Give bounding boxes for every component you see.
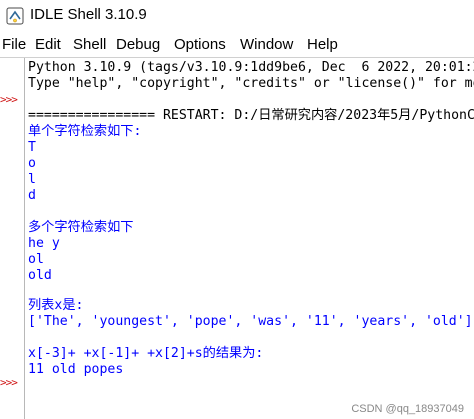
output-line: ol xyxy=(28,252,44,267)
shell-output[interactable]: Python 3.10.9 (tags/v3.10.9:1dd9be6, Dec… xyxy=(28,58,474,419)
title-bar: IDLE Shell 3.10.9 xyxy=(0,0,474,32)
gutter-divider xyxy=(24,58,25,419)
menu-bar: File Edit Shell Debug Options Window Hel… xyxy=(0,34,474,56)
output-line: T xyxy=(28,140,36,155)
shell-prompt: >>> xyxy=(0,93,18,106)
menu-shell[interactable]: Shell xyxy=(73,36,106,54)
output-line: 列表x是: xyxy=(28,298,84,313)
csdn-watermark: CSDN @qq_18937049 xyxy=(351,403,464,415)
shell-prompt: >>> xyxy=(0,376,18,389)
banner-line: Python 3.10.9 (tags/v3.10.9:1dd9be6, Dec… xyxy=(28,60,474,75)
menu-edit[interactable]: Edit xyxy=(35,36,61,54)
output-line: ['The', 'youngest', 'pope', 'was', '11',… xyxy=(28,314,473,329)
shell-text-panel[interactable]: >>> >>> Python 3.10.9 (tags/v3.10.9:1dd9… xyxy=(0,57,474,419)
menu-file[interactable]: File xyxy=(2,36,26,54)
menu-options[interactable]: Options xyxy=(174,36,226,54)
output-line: x[-3]+ +x[-1]+ +x[2]+s的结果为: xyxy=(28,346,264,361)
restart-line: ================ RESTART: D:/日常研究内容/2023… xyxy=(28,108,474,123)
window-title: IDLE Shell 3.10.9 xyxy=(30,6,147,23)
output-line: d xyxy=(28,188,36,203)
output-line: 11 old popes xyxy=(28,362,124,377)
output-line: 单个字符检索如下: xyxy=(28,124,142,139)
output-line: o xyxy=(28,156,36,171)
menu-debug[interactable]: Debug xyxy=(116,36,160,54)
prompt-gutter: >>> >>> xyxy=(0,58,24,419)
python-idle-icon xyxy=(6,7,24,25)
menu-help[interactable]: Help xyxy=(307,36,338,54)
output-line: 多个字符检索如下 xyxy=(28,220,134,235)
output-line: he y xyxy=(28,236,60,251)
banner-line: Type "help", "copyright", "credits" or "… xyxy=(28,76,474,91)
output-line: old xyxy=(28,268,52,283)
menu-window[interactable]: Window xyxy=(240,36,293,54)
output-line: l xyxy=(28,172,36,187)
